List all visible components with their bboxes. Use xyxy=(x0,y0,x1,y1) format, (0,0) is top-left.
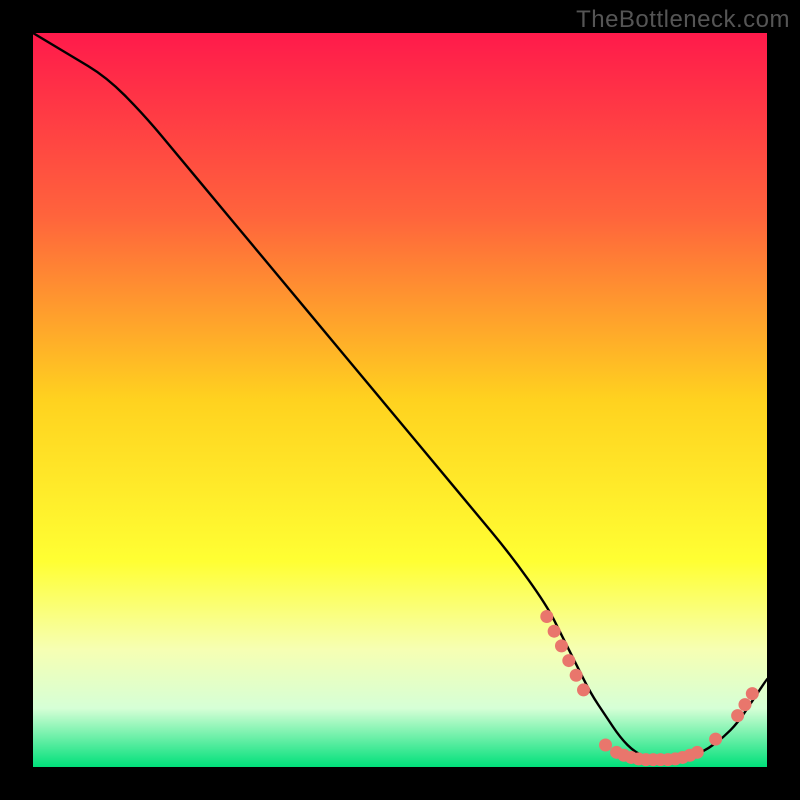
chart-svg xyxy=(33,33,767,767)
curve-marker xyxy=(577,683,590,696)
curve-marker xyxy=(570,669,583,682)
watermark-text: TheBottleneck.com xyxy=(576,6,790,34)
curve-marker xyxy=(562,654,575,667)
curve-marker xyxy=(555,639,568,652)
curve-marker xyxy=(548,625,561,638)
curve-marker xyxy=(709,733,722,746)
curve-marker xyxy=(738,698,751,711)
curve-marker xyxy=(731,709,744,722)
curve-marker xyxy=(540,610,553,623)
chart-stage: TheBottleneck.com xyxy=(0,0,800,800)
chart-plot-area xyxy=(33,33,767,767)
gradient-background xyxy=(33,33,767,767)
curve-marker xyxy=(691,746,704,759)
curve-marker xyxy=(599,738,612,751)
curve-marker xyxy=(746,687,759,700)
